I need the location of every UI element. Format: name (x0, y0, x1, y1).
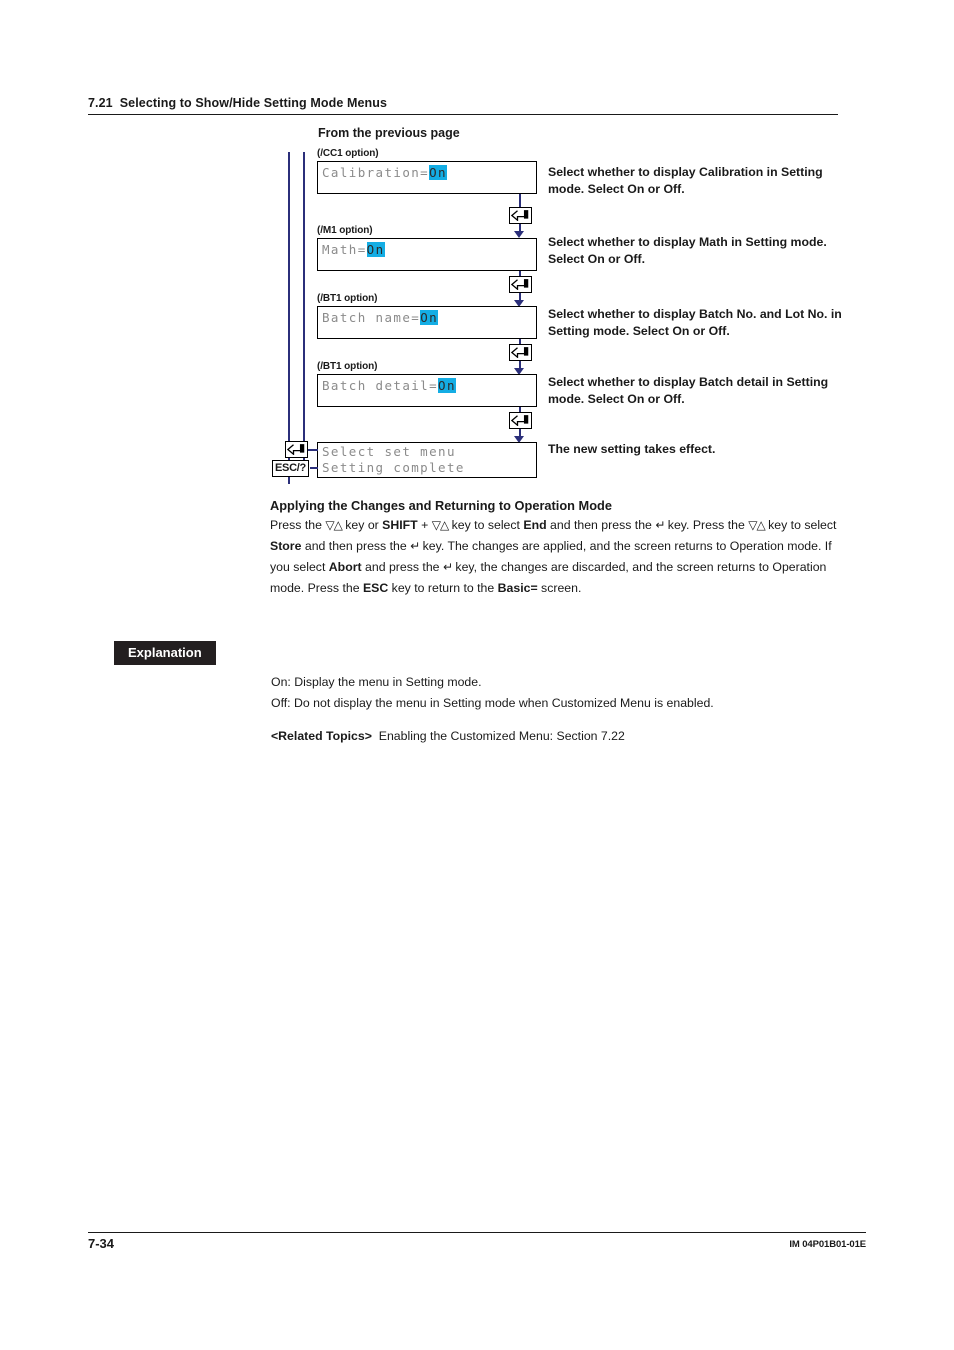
option-label-bt1-detail: (/BT1 option) (317, 361, 378, 372)
footer-rule (88, 1232, 866, 1233)
diagram-entry-label: From the previous page (318, 126, 460, 140)
enter-key-icon: ↵ (442, 560, 453, 574)
applying-heading: Applying the Changes and Returning to Op… (270, 498, 612, 513)
page-header: 7.21 Selecting to Show/Hide Setting Mode … (88, 96, 838, 115)
enter-key-icon-return (285, 441, 308, 458)
updown-key-icon: ▽△ (431, 518, 449, 532)
lcd-screen-calibration: Calibration=On (317, 161, 537, 194)
option-label-cc1: (/CC1 option) (317, 148, 379, 159)
enter-key-stub (308, 449, 318, 451)
lcd-text-batch-name: Batch name=On (322, 310, 439, 325)
step-description-batch-name: Select whether to display Batch No. and … (548, 307, 842, 338)
enter-key-icon-3 (509, 344, 532, 361)
lcd-value-highlight: On (366, 242, 385, 257)
lcd-text-math: Math=On (322, 242, 385, 257)
option-label-m1: (/M1 option) (317, 225, 373, 236)
lcd-text-setting-complete: Setting complete (322, 460, 465, 475)
enter-key-icon-2 (509, 276, 532, 293)
return-bus-line-outer (288, 152, 290, 484)
lcd-screen-batch-detail: Batch detail=On (317, 374, 537, 407)
lcd-value-highlight: On (438, 378, 456, 393)
step-description-calibration: Select whether to display Calibration in… (548, 165, 823, 196)
related-topics-text: Enabling the Customized Menu: Section 7.… (378, 729, 625, 743)
return-bus-line-inner (303, 152, 305, 470)
explanation-line-off: Off: Do not display the menu in Setting … (271, 696, 714, 710)
related-topics-row: <Related Topics> Enabling the Customized… (271, 726, 851, 747)
esc-key-stub (310, 467, 318, 469)
flow-connector-1a (519, 194, 521, 207)
header-rule (88, 114, 838, 115)
page-number: 7-34 (88, 1236, 115, 1251)
applying-paragraph: Press the ▽△ key or SHIFT + ▽△ key to se… (270, 518, 837, 595)
section-heading: 7.21 Selecting to Show/Hide Setting Mode … (88, 96, 838, 110)
section-number: 7.21 (88, 96, 113, 110)
explanation-spacer (271, 714, 851, 726)
lcd-text-batch-detail: Batch detail=On (322, 378, 456, 393)
explanation-line-on: On: Display the menu in Setting mode. (271, 675, 482, 689)
lcd-text-calibration: Calibration=On (322, 165, 447, 180)
lcd-value-highlight: On (429, 165, 447, 180)
final-description: The new setting takes effect. (548, 442, 716, 456)
lcd-text-select-set-menu: Select set menu (322, 444, 456, 459)
setting-flow-diagram: From the previous page (/CC1 option) Cal… (270, 126, 890, 484)
page-footer: 7-34 IM 04P01B01-01E (88, 1232, 866, 1258)
related-topics-label: <Related Topics> (271, 729, 372, 743)
document-number: IM 04P01B01-01E (789, 1239, 866, 1250)
enter-key-icon-4 (509, 412, 532, 429)
lcd-screen-math: Math=On (317, 238, 537, 271)
explanation-body: On: Display the menu in Setting mode. Of… (271, 672, 851, 747)
flow-arrowhead-1 (514, 231, 524, 238)
enter-key-icon-1 (509, 207, 532, 224)
option-label-bt1-name: (/BT1 option) (317, 293, 378, 304)
esc-key-button[interactable]: ESC/? (272, 460, 309, 477)
lcd-value-highlight: On (420, 310, 439, 325)
enter-key-icon: ↵ (410, 539, 420, 553)
step-description-batch-detail: Select whether to display Batch detail i… (548, 375, 829, 406)
lcd-screen-setting-complete: Select set menu Setting complete (317, 442, 537, 478)
updown-key-icon: ▽△ (325, 518, 342, 532)
applying-changes-section: Applying the Changes and Returning to Op… (270, 498, 850, 599)
updown-key-icon: ▽△ (748, 518, 765, 532)
lcd-screen-batch-name: Batch name=On (317, 306, 537, 339)
step-description-math: Select whether to display Math in Settin… (548, 235, 827, 266)
section-title: Selecting to Show/Hide Setting Mode Menu… (119, 96, 388, 110)
explanation-tag: Explanation (114, 641, 216, 665)
